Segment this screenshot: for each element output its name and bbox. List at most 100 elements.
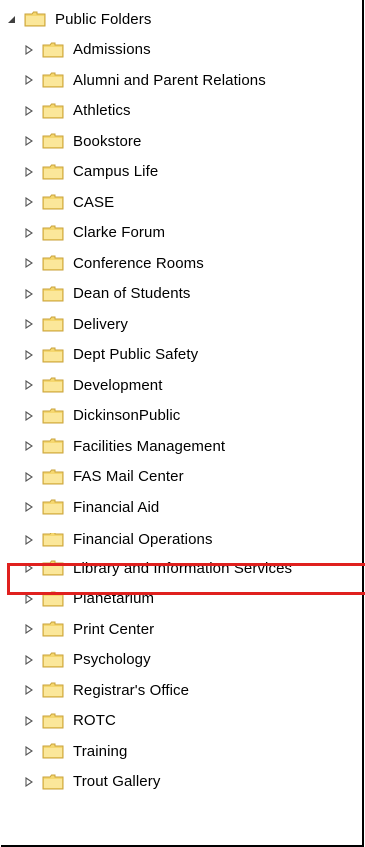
triangle-right-icon[interactable]	[22, 134, 36, 148]
tree-node-bookstore[interactable]: Bookstore	[22, 125, 141, 158]
folder-icon	[42, 560, 64, 576]
folder-icon	[42, 499, 64, 515]
folder-icon	[24, 11, 46, 27]
tree-node-print-center[interactable]: Print Center	[22, 613, 154, 646]
folder-icon	[42, 438, 64, 454]
tree-node-dickinsonpublic[interactable]: DickinsonPublic	[22, 399, 180, 432]
triangle-right-icon[interactable]	[22, 256, 36, 270]
tree-node-admissions[interactable]: Admissions	[22, 33, 151, 66]
tree-node-label: Athletics	[73, 102, 131, 119]
folder-icon	[42, 774, 64, 789]
tree-node-label: Psychology	[73, 651, 151, 668]
folder-icon	[42, 255, 64, 271]
folder-icon	[42, 682, 64, 698]
tree-node-alumni-and-parent-relations[interactable]: Alumni and Parent Relations	[22, 64, 266, 97]
triangle-right-icon[interactable]	[22, 533, 36, 547]
tree-node-case[interactable]: CASE	[22, 186, 114, 219]
tree-node-clarke-forum[interactable]: Clarke Forum	[22, 216, 165, 249]
triangle-down-icon[interactable]	[4, 12, 18, 26]
triangle-right-icon[interactable]	[22, 226, 36, 240]
triangle-right-icon[interactable]	[22, 653, 36, 667]
folder-icon	[42, 72, 64, 88]
tree-node-label: FAS Mail Center	[73, 468, 184, 485]
tree-node-label: ROTC	[73, 712, 116, 729]
triangle-right-icon[interactable]	[22, 165, 36, 179]
tree-node-label: Clarke Forum	[73, 224, 166, 241]
tree-node-registrar-s-office[interactable]: Registrar's Office	[22, 674, 189, 707]
tree-node-campus-life[interactable]: Campus Life	[22, 155, 158, 188]
tree-node-library-and-information-services[interactable]: Library and Information Services	[22, 552, 292, 585]
triangle-right-icon[interactable]	[22, 714, 36, 728]
folder-icon	[42, 652, 64, 667]
folder-icon	[42, 591, 64, 606]
folder-icon	[42, 225, 64, 240]
folder-icon	[42, 347, 64, 362]
triangle-right-icon[interactable]	[22, 622, 36, 636]
tree-node-label: Admissions	[73, 41, 151, 58]
folder-icon	[42, 533, 64, 547]
triangle-right-icon[interactable]	[22, 43, 36, 57]
triangle-right-icon[interactable]	[22, 73, 36, 87]
folder-icon	[42, 621, 64, 637]
triangle-right-icon[interactable]	[22, 744, 36, 758]
triangle-right-icon[interactable]	[22, 592, 36, 606]
tree-node-development[interactable]: Development	[22, 369, 162, 402]
tree-node-dept-public-safety[interactable]: Dept Public Safety	[22, 338, 198, 371]
folder-icon	[42, 408, 64, 423]
triangle-right-icon[interactable]	[22, 317, 36, 331]
tree-node-financial-operations[interactable]: Financial Operations	[22, 533, 213, 547]
tree-node-label: Alumni and Parent Relations	[73, 71, 266, 89]
tree-node-label: Financial Aid	[73, 498, 160, 516]
tree-node-label: Conference Rooms	[73, 254, 204, 272]
tree-node-label: Training	[73, 742, 128, 760]
tree-node-fas-mail-center[interactable]: FAS Mail Center	[22, 460, 184, 493]
tree-node-label: Campus Life	[73, 163, 159, 180]
tree-node-delivery[interactable]: Delivery	[22, 308, 128, 341]
tree-node-label: Facilities Management	[73, 437, 226, 455]
tree-node-label: Financial Operations	[73, 533, 213, 547]
folder-icon	[42, 164, 64, 179]
triangle-right-icon[interactable]	[22, 561, 36, 575]
tree-node-label: Development	[73, 376, 163, 394]
triangle-right-icon[interactable]	[22, 683, 36, 697]
folder-icon	[42, 469, 64, 484]
triangle-right-icon[interactable]	[22, 378, 36, 392]
tree-node-training[interactable]: Training	[22, 735, 127, 768]
folder-icon	[42, 316, 64, 332]
tree-node-psychology[interactable]: Psychology	[22, 643, 151, 676]
triangle-right-icon[interactable]	[22, 287, 36, 301]
folder-icon	[42, 713, 64, 728]
tree-node-athletics[interactable]: Athletics	[22, 94, 131, 127]
tree-node-rotc[interactable]: ROTC	[22, 704, 116, 737]
triangle-right-icon[interactable]	[22, 195, 36, 209]
triangle-right-icon[interactable]	[22, 500, 36, 514]
tree-node-trout-gallery[interactable]: Trout Gallery	[22, 765, 160, 798]
tree-node-label: Dean of Students	[73, 285, 191, 302]
folder-icon	[42, 377, 64, 393]
triangle-right-icon[interactable]	[22, 470, 36, 484]
tree-node-dean-of-students[interactable]: Dean of Students	[22, 277, 191, 310]
folder-icon	[42, 743, 64, 759]
tree-node-label: Delivery	[73, 315, 128, 333]
tree-node-label: Public Folders	[55, 10, 152, 28]
tree-node-public-folders[interactable]: Public Folders	[4, 2, 151, 36]
tree-node-financial-aid[interactable]: Financial Aid	[22, 491, 159, 524]
folder-icon	[42, 194, 64, 210]
triangle-right-icon[interactable]	[22, 775, 36, 789]
folder-icon	[42, 133, 64, 149]
triangle-right-icon[interactable]	[22, 409, 36, 423]
triangle-right-icon[interactable]	[22, 348, 36, 362]
tree-node-label: CASE	[73, 193, 115, 211]
triangle-right-icon[interactable]	[22, 104, 36, 118]
triangle-right-icon[interactable]	[22, 439, 36, 453]
folder-icon	[42, 286, 64, 301]
folder-pane: Public Folders Admissions Alumni and Pare…	[1, 0, 365, 847]
tree-node-label: Planetarium	[73, 590, 155, 607]
tree-node-label: Trout Gallery	[73, 773, 161, 790]
tree-node-label: Bookstore	[73, 132, 142, 150]
tree-node-label: Dept Public Safety	[73, 346, 199, 363]
tree-node-facilities-management[interactable]: Facilities Management	[22, 430, 225, 463]
tree-node-label: Print Center	[73, 620, 155, 638]
tree-node-planetarium[interactable]: Planetarium	[22, 582, 154, 615]
tree-node-conference-rooms[interactable]: Conference Rooms	[22, 247, 204, 280]
